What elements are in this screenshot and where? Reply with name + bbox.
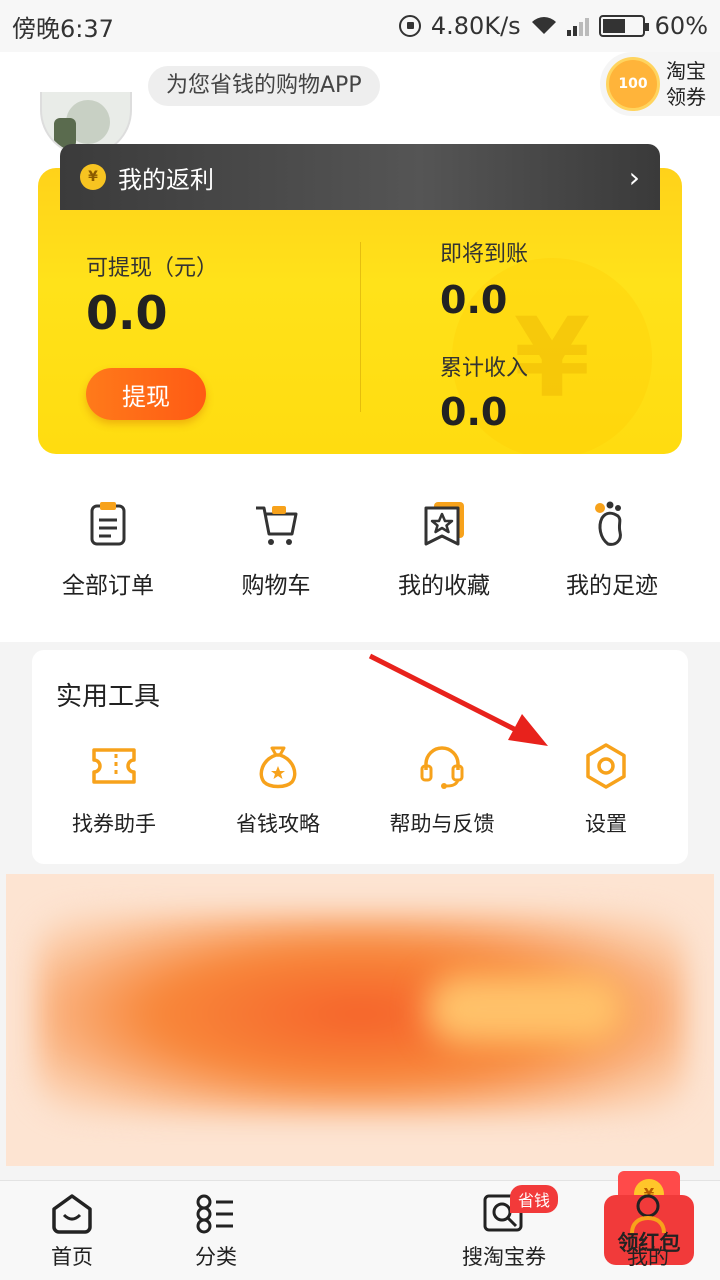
quick-item-label: 全部订单 xyxy=(62,573,154,599)
quick-entries: 全部订单 购物车 我的收藏 我的足迹 xyxy=(0,500,720,620)
money-bag-icon xyxy=(259,746,297,789)
settings-icon xyxy=(586,743,626,789)
quick-item-label: 购物车 xyxy=(241,573,311,599)
tab-search-coupon[interactable]: 省钱 搜淘宝券 xyxy=(432,1181,576,1280)
pending-label: 即将到账 xyxy=(440,242,529,267)
total-income-label: 累计收入 xyxy=(440,356,529,381)
withdrawable-label: 可提现（元） xyxy=(86,256,219,281)
coupon-label: 淘宝领券 xyxy=(666,59,706,109)
bottom-nav: 首页 分类 ¥ 领红包 省钱 搜淘宝券 我的 xyxy=(0,1171,720,1280)
footprint-icon xyxy=(595,501,622,546)
tab-home[interactable]: 首页 xyxy=(0,1181,144,1280)
quick-item-cart[interactable]: 购物车 xyxy=(192,500,360,620)
app-slogan: 为您省钱的购物APP xyxy=(148,66,380,106)
tool-label: 设置 xyxy=(585,812,627,836)
quick-item-label: 我的收藏 xyxy=(398,573,490,599)
tools-row: 找券助手 省钱攻略 帮助与反馈 设置 xyxy=(32,742,688,838)
pending-value: 0.0 xyxy=(440,278,508,322)
rebate-body: ¥ 可提现（元） 0.0 提现 即将到账 0.0 累计收入 0.0 xyxy=(38,168,682,454)
order-icon xyxy=(90,502,126,546)
quick-item-favorites[interactable]: 我的收藏 xyxy=(360,500,528,620)
tab-label: 首页 xyxy=(51,1245,93,1269)
wifi-icon xyxy=(531,17,556,34)
rebate-card: ¥ 可提现（元） 0.0 提现 即将到账 0.0 累计收入 0.0 ¥ 我的返利… xyxy=(38,144,682,454)
taobao-coupon-button[interactable]: 100 淘宝领券 xyxy=(600,52,720,116)
home-icon xyxy=(52,1194,92,1234)
tab-label: 我的 xyxy=(627,1245,669,1269)
tools-card: 实用工具 找券助手 省钱攻略 帮助与反馈 设置 xyxy=(32,650,688,864)
tab-red-packet[interactable]: ¥ 领红包 xyxy=(288,1171,694,1280)
favorite-icon xyxy=(424,502,464,546)
tool-label: 找券助手 xyxy=(72,812,156,836)
chevron-right-icon: › xyxy=(628,160,640,194)
promo-banner[interactable] xyxy=(6,874,714,1166)
rebate-header[interactable]: ¥ 我的返利 › xyxy=(60,144,660,210)
tool-label: 帮助与反馈 xyxy=(389,812,495,836)
withdraw-button[interactable]: 提现 xyxy=(86,368,206,420)
withdrawable-value: 0.0 xyxy=(86,286,168,340)
saving-badge: 省钱 xyxy=(510,1185,559,1213)
network-speed: 4.80K/s xyxy=(430,12,521,40)
status-time: 傍晚6:37 xyxy=(12,14,114,43)
tool-coupon-finder[interactable]: 找券助手 xyxy=(32,742,196,838)
tab-profile[interactable]: 我的 xyxy=(576,1181,720,1280)
tab-label: 分类 xyxy=(195,1245,237,1269)
ticket-icon xyxy=(92,748,136,784)
headset-icon xyxy=(420,746,464,789)
battery-percent: 60% xyxy=(654,12,708,40)
quick-item-footprints[interactable]: 我的足迹 xyxy=(528,500,696,620)
profile-icon xyxy=(630,1194,666,1234)
tool-help-feedback[interactable]: 帮助与反馈 xyxy=(360,742,524,838)
rebate-title: 我的返利 xyxy=(118,165,214,194)
status-right: 4.80K/s 60% xyxy=(398,12,708,40)
coupon-icon: 100 xyxy=(606,57,660,111)
quick-item-orders[interactable]: 全部订单 xyxy=(24,500,192,620)
tool-label: 省钱攻略 xyxy=(236,812,320,836)
status-bar: 傍晚6:37 4.80K/s 60% xyxy=(0,0,720,52)
tools-title: 实用工具 xyxy=(56,682,161,712)
profile-header: 为您省钱的购物APP 100 淘宝领券 ¥ 可提现（元） 0.0 提现 即将到账… xyxy=(0,52,720,642)
category-icon xyxy=(196,1194,233,1234)
tool-saving-guide[interactable]: 省钱攻略 xyxy=(196,742,360,838)
tab-category[interactable]: 分类 xyxy=(144,1181,288,1280)
cart-icon xyxy=(256,506,298,545)
tab-label: 搜淘宝券 xyxy=(462,1245,546,1269)
total-income-value: 0.0 xyxy=(440,390,508,434)
quick-item-label: 我的足迹 xyxy=(566,573,658,599)
signal-icon xyxy=(566,16,589,36)
battery-icon xyxy=(598,15,649,37)
coin-icon: ¥ xyxy=(80,164,106,190)
lock-rotation-icon xyxy=(398,15,421,37)
divider xyxy=(360,242,361,412)
tool-settings[interactable]: 设置 xyxy=(524,742,688,838)
